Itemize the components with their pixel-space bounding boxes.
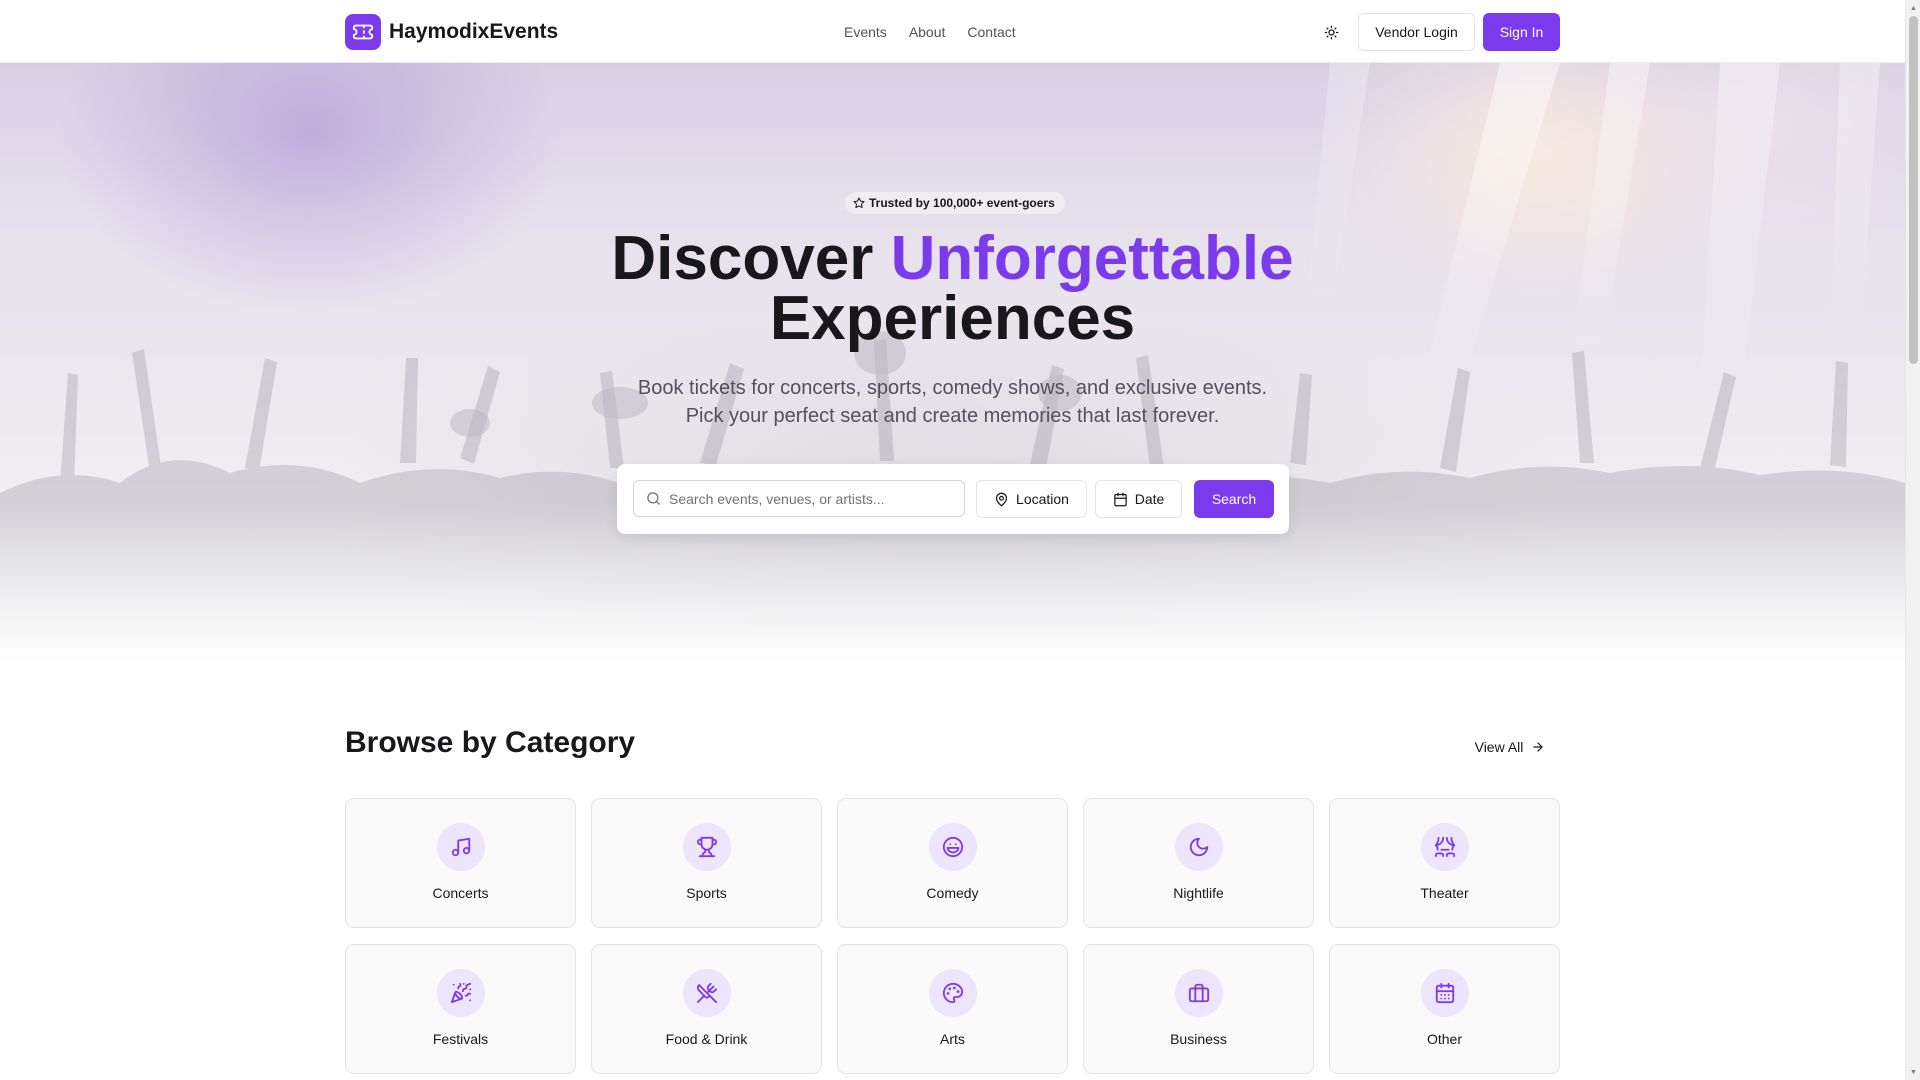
category-label: Theater [1420,885,1469,901]
music-icon [437,823,485,871]
location-button[interactable]: Location [976,480,1087,518]
scroll-down-arrow-icon[interactable]: ▼ [1909,1067,1918,1077]
trust-badge-text: Trusted by 100,000+ event-goers [869,196,1055,210]
hero-section: Trusted by 100,000+ event-goers Discover… [0,63,1905,663]
theme-toggle-button[interactable] [1316,19,1346,45]
search-icon [646,491,661,506]
category-card-concerts[interactable]: Concerts [345,798,576,928]
category-card-festivals[interactable]: Festivals [345,944,576,1074]
sun-icon [1324,25,1338,39]
category-label: Other [1426,1031,1462,1047]
briefcase-icon [1175,969,1223,1017]
categories-title: Browse by Category [345,726,636,759]
hero-subtitle: Book tickets for concerts, sports, comed… [0,374,1905,430]
date-button-label: Date [1134,491,1165,507]
category-label: Comedy [926,885,979,901]
category-card-comedy[interactable]: Comedy [837,798,1068,928]
palette-icon [929,969,977,1017]
hero-title-part2: Experiences [769,284,1136,353]
location-button-label: Location [1016,491,1069,507]
page-scrollbar[interactable]: ▲ ▼ [1905,0,1920,1080]
category-card-business[interactable]: Business [1083,944,1314,1074]
category-card-nightlife[interactable]: Nightlife [1083,798,1314,928]
category-label: Nightlife [1173,885,1224,901]
brand-name: HaymodixEvents [389,20,559,43]
category-label: Festivals [432,1031,489,1047]
star-icon [853,197,865,209]
hero-title: Discover Unforgettable Experiences [0,228,1905,350]
scroll-up-arrow-icon[interactable]: ▲ [1909,3,1918,13]
search-bar: Location Date Search [617,464,1289,534]
sign-in-button[interactable]: Sign In [1483,13,1560,51]
laugh-icon [929,823,977,871]
nav-link-contact[interactable]: Contact [967,24,1015,40]
view-all-label: View All [1474,739,1524,755]
category-label: Concerts [432,885,489,901]
nav-link-events[interactable]: Events [844,24,887,40]
scrollbar-thumb[interactable] [1909,16,1918,364]
site-header: HaymodixEvents Events About Contact Vend… [0,0,1905,63]
search-field[interactable] [633,480,965,517]
category-label: Food & Drink [665,1031,748,1047]
date-button[interactable]: Date [1095,480,1182,518]
category-card-sports[interactable]: Sports [591,798,822,928]
nav-link-about[interactable]: About [909,24,946,40]
hero-title-accent: Unforgettable [890,224,1294,293]
category-card-food-drink[interactable]: Food & Drink [591,944,822,1074]
trophy-icon [683,823,731,871]
moon-icon [1175,823,1223,871]
party-popper-icon [437,969,485,1017]
main-nav: Events About Contact [844,24,1016,40]
map-pin-icon [995,492,1008,506]
arrow-right-icon [1533,742,1544,752]
category-label: Arts [940,1031,965,1047]
hero-subtitle-line2: Pick your perfect seat and create memori… [685,405,1220,427]
utensils-icon [683,969,731,1017]
calendar-days-icon [1421,969,1469,1017]
ticket-icon [345,14,381,50]
hero-subtitle-line1: Book tickets for concerts, sports, comed… [637,377,1268,399]
category-card-arts[interactable]: Arts [837,944,1068,1074]
view-all-link[interactable]: View All [1460,736,1560,758]
category-label: Business [1170,1031,1227,1047]
category-card-theater[interactable]: Theater [1329,798,1560,928]
search-button[interactable]: Search [1194,480,1274,518]
theater-icon [1421,823,1469,871]
brand-link[interactable]: HaymodixEvents [345,14,558,50]
hero-title-part1: Discover [611,224,874,293]
category-card-other[interactable]: Other [1329,944,1560,1074]
vendor-login-button[interactable]: Vendor Login [1358,13,1475,51]
calendar-icon [1113,492,1127,506]
category-label: Sports [686,885,727,901]
search-input[interactable] [669,490,949,507]
trust-badge: Trusted by 100,000+ event-goers [845,192,1065,214]
